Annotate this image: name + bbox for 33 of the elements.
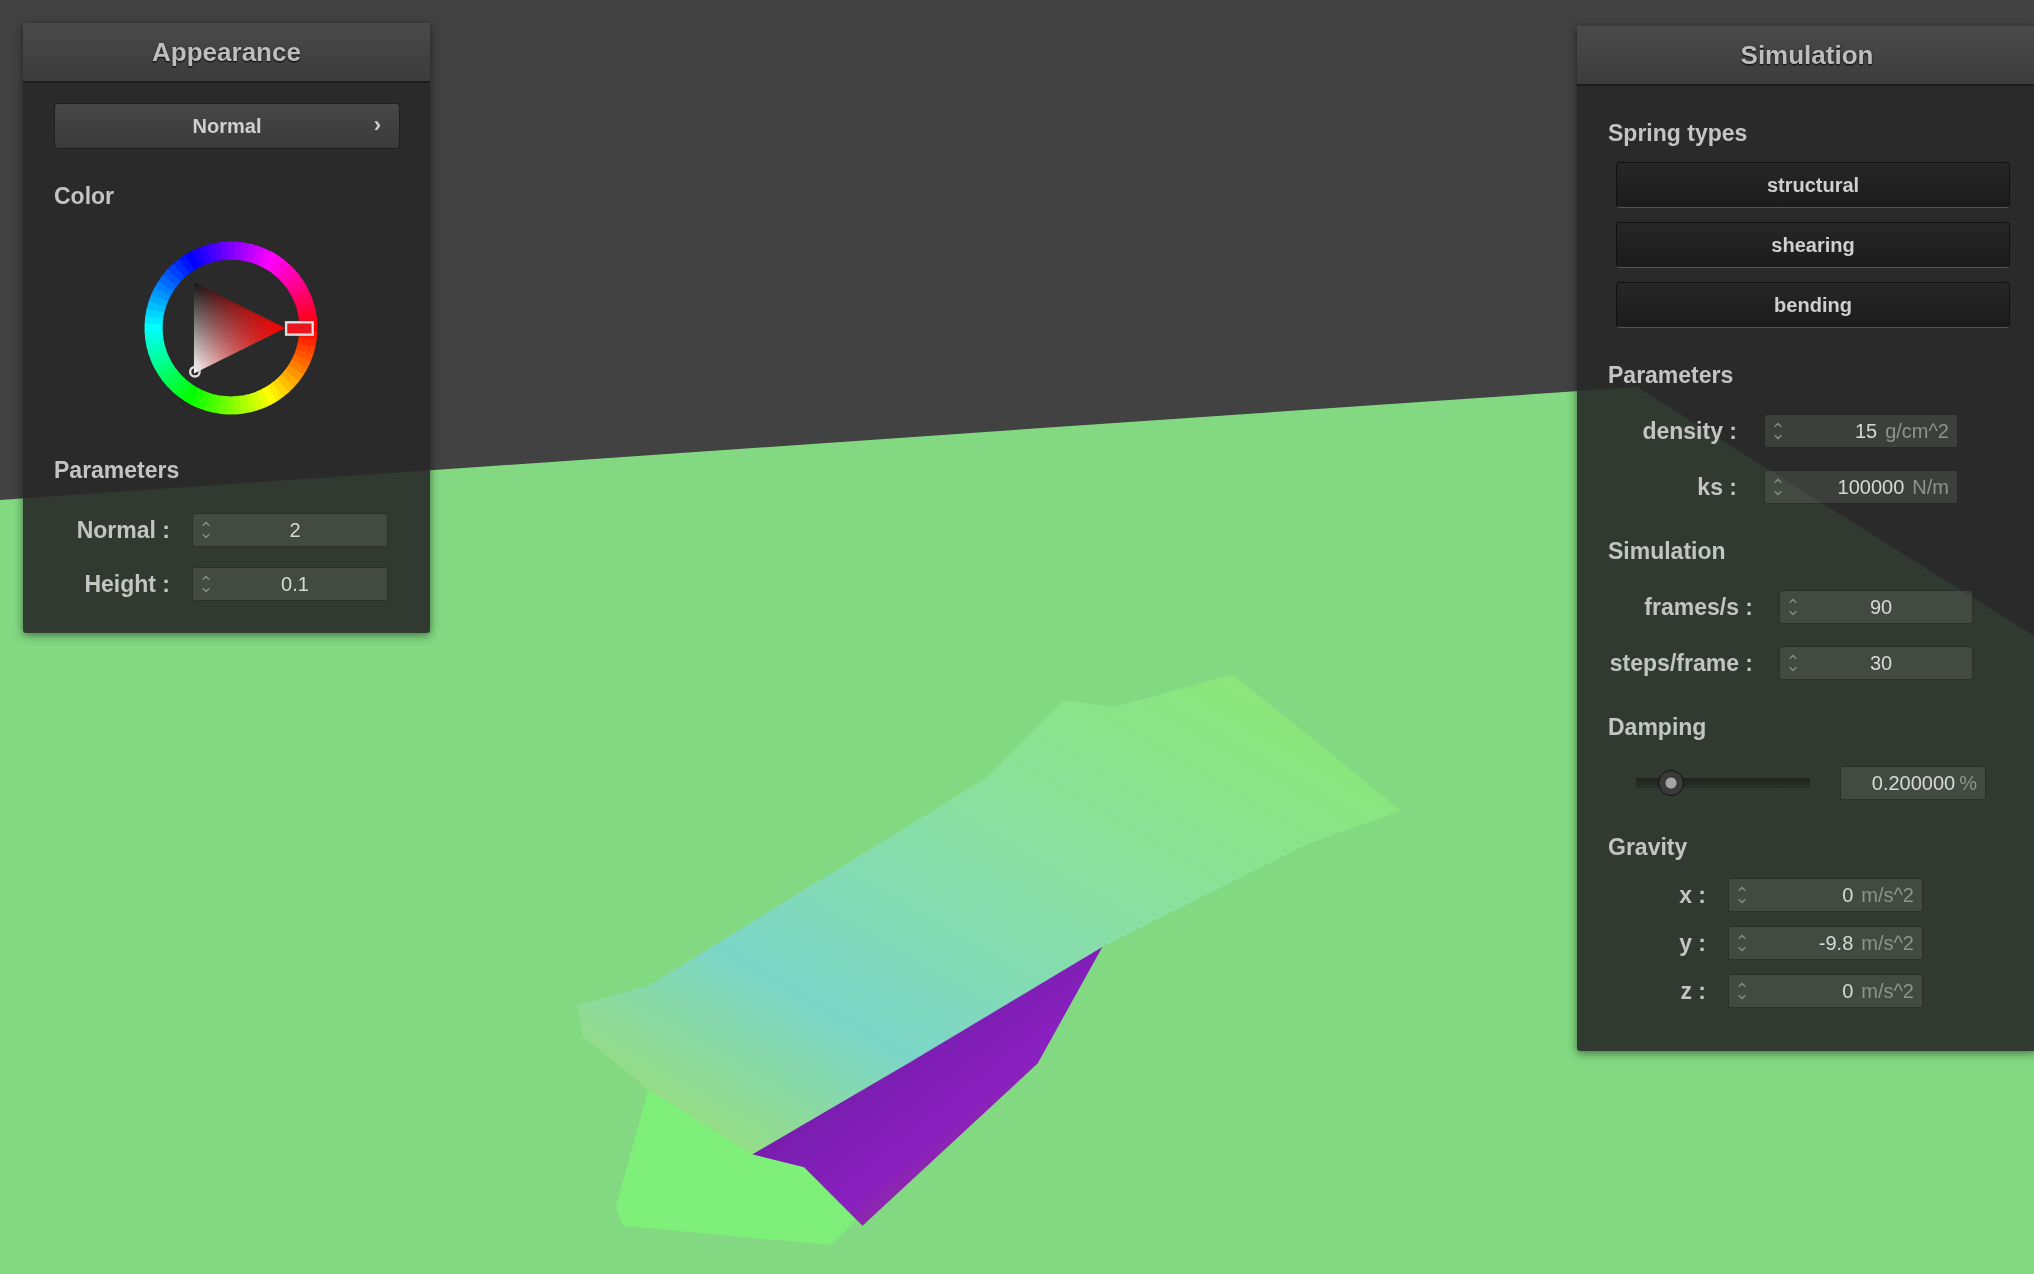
number-field[interactable]: 0.1 [192, 567, 388, 601]
field-label: Height : [83, 570, 171, 598]
field-label: steps/frame : [1608, 649, 1754, 677]
section-heading: Spring types [1608, 120, 1749, 148]
slider-thumb[interactable] [1657, 770, 1684, 796]
section-heading: Parameters [54, 457, 181, 485]
field-label: z : [1679, 977, 1707, 1005]
section-heading: Simulation [1608, 538, 1727, 566]
field-label: ks : [1696, 473, 1738, 501]
number-field[interactable]: 0.200000 % [1840, 766, 1986, 800]
spring-type-button[interactable]: structural [1616, 162, 2010, 208]
spring-type-button[interactable]: bending [1616, 282, 2010, 328]
number-field[interactable]: 30 [1779, 646, 1973, 680]
section-heading: Damping [1608, 714, 1708, 742]
panel-title: Simulation [1577, 26, 2034, 86]
field-label: density : [1641, 417, 1738, 445]
spring-type-button[interactable]: shearing [1616, 222, 2010, 268]
field-label: x : [1678, 881, 1707, 909]
panel-title: Appearance [23, 23, 430, 83]
number-field[interactable]: -9.8 m/s^2 [1728, 926, 1923, 960]
number-field[interactable]: 2 [192, 513, 388, 547]
number-field[interactable]: 0 m/s^2 [1728, 974, 1923, 1008]
field-label: frames/s : [1643, 593, 1754, 621]
field-label: Normal : [75, 516, 171, 544]
section-heading: Parameters [1608, 362, 1735, 390]
number-field[interactable]: 15 g/cm^2 [1764, 414, 1958, 448]
section-heading: Color [54, 183, 116, 211]
number-field[interactable]: 0 m/s^2 [1728, 878, 1923, 912]
number-field[interactable]: 90 [1779, 590, 1973, 624]
field-label: y : [1678, 929, 1707, 957]
number-field[interactable]: 100000 N/m [1764, 470, 1958, 504]
section-heading: Gravity [1608, 834, 1689, 862]
mode-button[interactable]: Normal › [54, 103, 400, 149]
